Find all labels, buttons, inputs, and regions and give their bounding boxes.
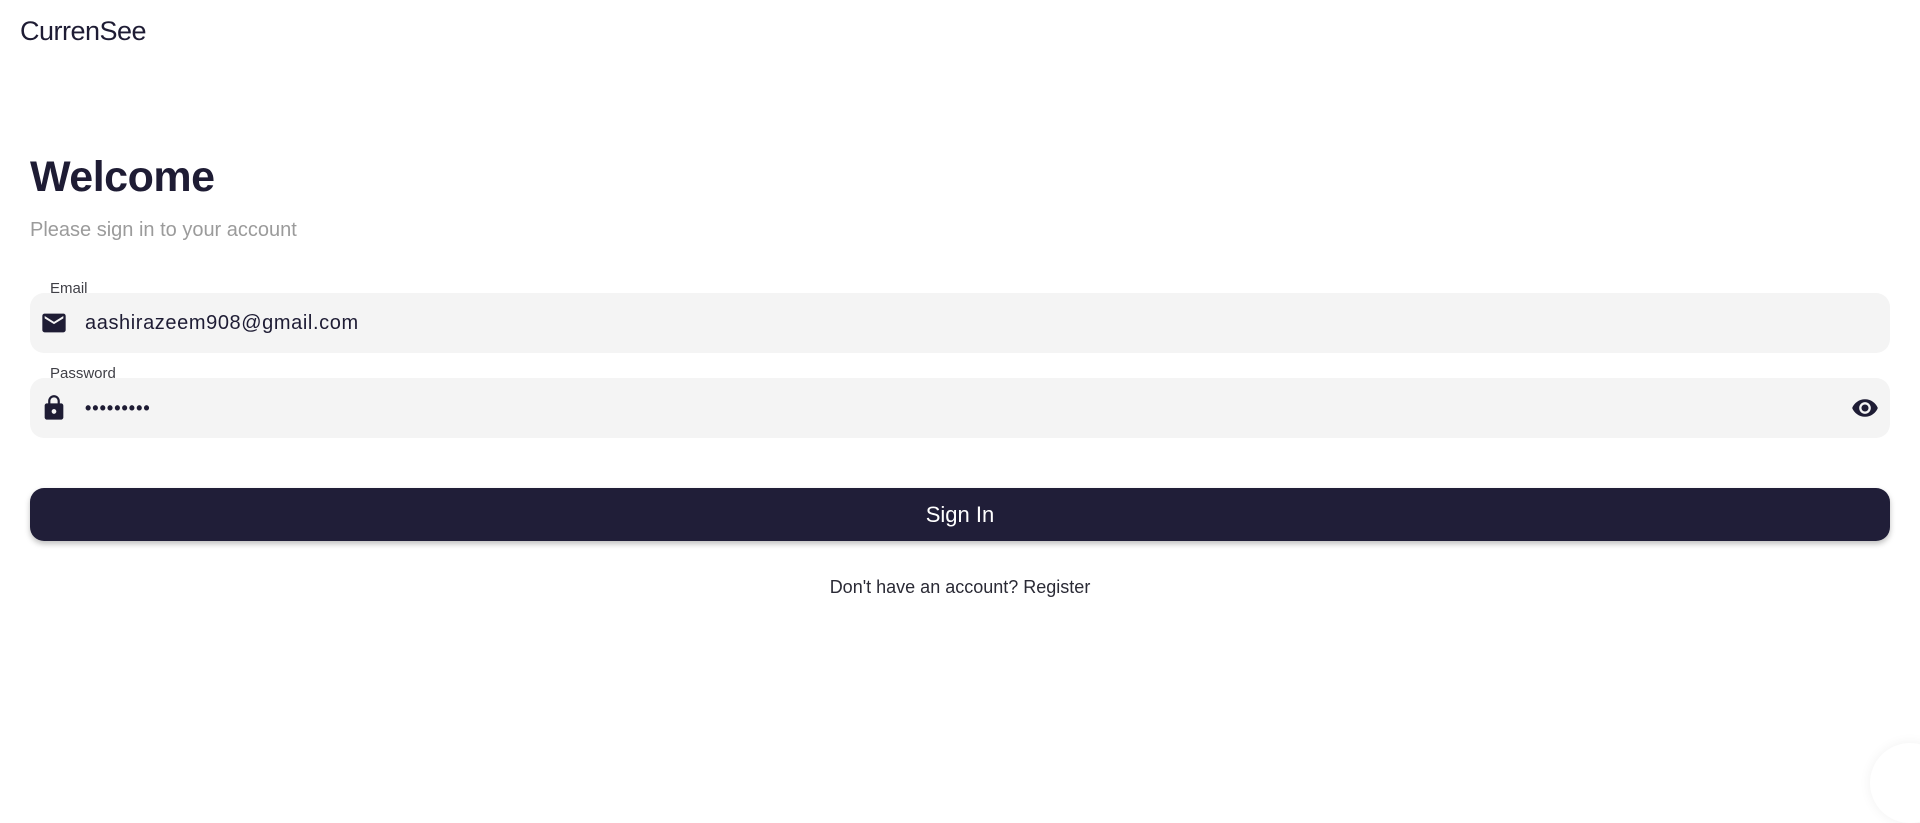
register-prompt: Don't have an account? Register — [30, 577, 1890, 598]
page-title: Welcome — [30, 150, 1890, 204]
corner-decoration — [1870, 743, 1920, 823]
lock-icon — [40, 394, 68, 422]
register-prompt-text: Don't have an account? — [830, 577, 1019, 597]
eye-icon[interactable] — [1850, 394, 1880, 422]
email-field[interactable]: Email aashirazeem908@gmail.com — [30, 293, 1890, 353]
email-input[interactable]: aashirazeem908@gmail.com — [85, 293, 359, 353]
password-field[interactable]: Password ••••••••• — [30, 378, 1890, 438]
login-form: Welcome Please sign in to your account E… — [30, 150, 1890, 598]
mail-icon — [40, 309, 68, 337]
password-input[interactable]: ••••••••• — [85, 378, 151, 438]
email-label: Email — [50, 281, 88, 297]
register-link[interactable]: Register — [1023, 577, 1090, 597]
app-title: CurrenSee — [20, 16, 146, 47]
page-subtitle: Please sign in to your account — [30, 218, 1890, 242]
sign-in-button[interactable]: Sign In — [30, 488, 1890, 541]
